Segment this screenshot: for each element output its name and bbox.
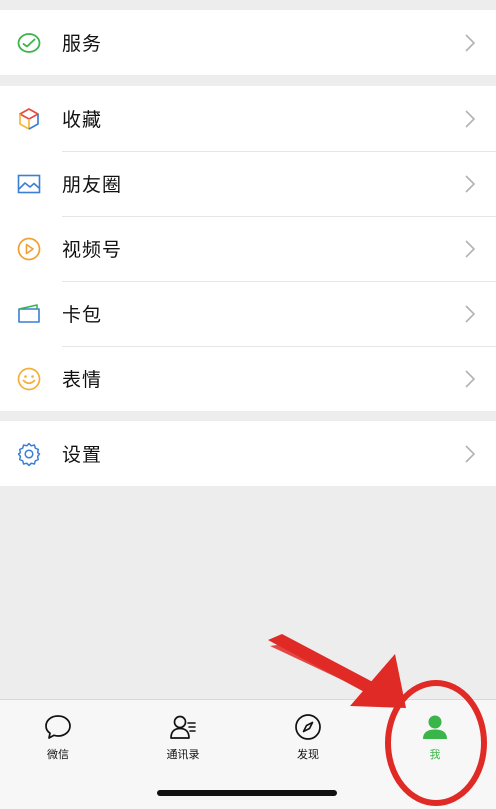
menu-item-settings[interactable]: 设置 — [0, 421, 496, 486]
chevron-right-icon — [464, 369, 476, 389]
menu-item-label: 朋友圈 — [62, 174, 123, 196]
tab-label: 微信 — [47, 748, 69, 761]
tab-contacts[interactable]: 通讯录 — [143, 712, 223, 764]
menu-item-stickers[interactable]: 表情 — [0, 346, 496, 411]
menu-item-label: 视频号 — [62, 239, 123, 261]
card-wallet-icon — [16, 301, 42, 327]
chevron-right-icon — [464, 109, 476, 129]
tab-label: 通讯录 — [166, 748, 200, 761]
tab-discover[interactable]: 发现 — [268, 712, 348, 764]
home-indicator — [157, 790, 337, 796]
menu-item-card-wallet[interactable]: 卡包 — [0, 281, 496, 346]
chevron-right-icon — [464, 239, 476, 259]
chevron-right-icon — [464, 304, 476, 324]
chevron-right-icon — [464, 174, 476, 194]
menu-item-label: 收藏 — [62, 109, 103, 131]
person-icon — [420, 712, 450, 742]
contacts-icon — [168, 712, 198, 742]
settings-group: 设置 — [0, 421, 496, 486]
favorites-icon — [16, 106, 42, 132]
tab-me[interactable]: 我 — [395, 712, 475, 764]
tab-chats[interactable]: 微信 — [18, 712, 98, 764]
channels-icon — [16, 236, 42, 262]
menu-item-channels[interactable]: 视频号 — [0, 216, 496, 281]
tab-label: 发现 — [297, 748, 319, 761]
menu-item-label: 表情 — [62, 369, 103, 391]
menu-item-services[interactable]: 服务 — [0, 10, 496, 75]
moments-icon — [16, 171, 42, 197]
compass-icon — [293, 712, 323, 742]
menu-item-moments[interactable]: 朋友圈 — [0, 151, 496, 216]
menu-item-label: 服务 — [62, 33, 103, 55]
main-features-group: 收藏 朋友圈 视频号 卡包 表情 — [0, 86, 496, 411]
menu-item-label: 设置 — [62, 444, 103, 466]
tab-label: 我 — [429, 748, 441, 761]
services-group: 服务 — [0, 10, 496, 75]
red-arrow-annotation — [268, 634, 406, 708]
chevron-right-icon — [464, 33, 476, 53]
chat-bubble-icon — [43, 712, 73, 742]
menu-item-label: 卡包 — [62, 304, 103, 326]
menu-item-favorites[interactable]: 收藏 — [0, 86, 496, 151]
chevron-right-icon — [464, 444, 476, 464]
settings-icon — [16, 441, 42, 467]
sticker-icon — [16, 366, 42, 392]
service-icon — [16, 30, 42, 56]
